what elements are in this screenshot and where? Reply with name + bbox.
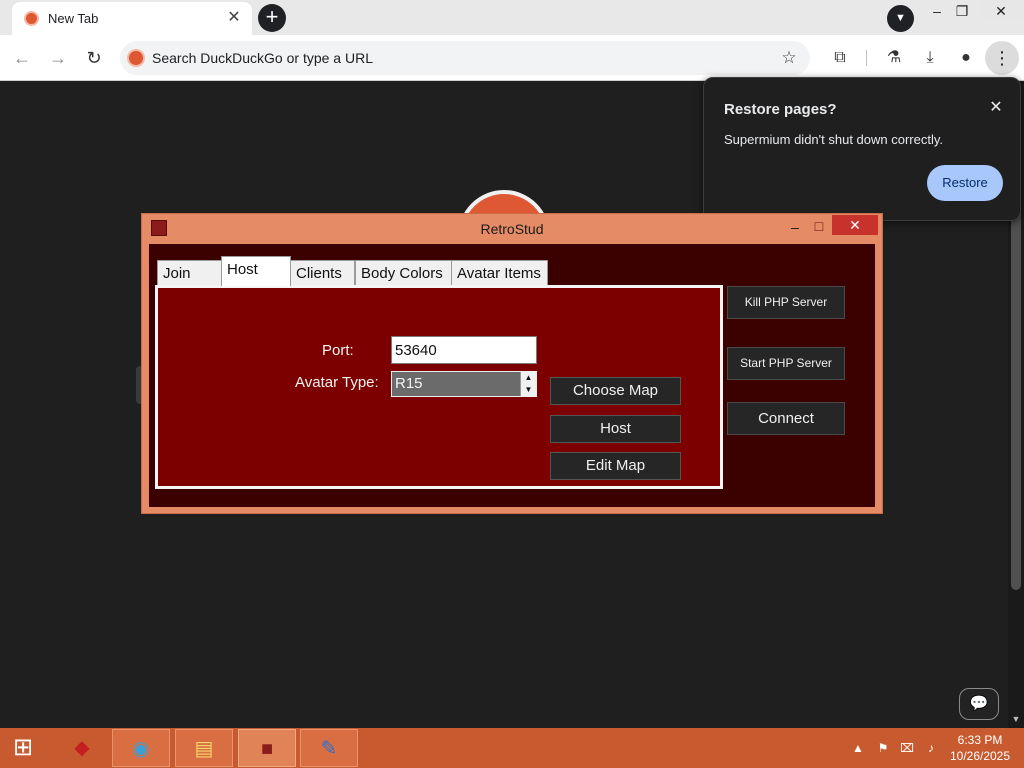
back-arrow-icon: ← <box>13 48 31 68</box>
chevron-down-icon: ▼ <box>895 12 906 24</box>
windows-logo-icon[interactable]: ⊞ <box>6 734 40 762</box>
choose-map-button[interactable]: Choose Map <box>550 377 681 405</box>
close-icon[interactable]: ✕ <box>224 8 244 28</box>
avatar-type-label: Avatar Type: <box>295 374 379 391</box>
window-title: RetroStud <box>480 221 544 237</box>
plus-icon: + <box>265 4 279 29</box>
port-label: Port: <box>322 342 354 359</box>
tab-search-button[interactable]: ▼ <box>887 5 914 32</box>
feedback-icon: 💬 <box>969 695 989 712</box>
tab-join[interactable]: Join <box>157 260 222 286</box>
back-button[interactable]: ← <box>9 45 35 71</box>
taskbar-app-retrostud[interactable]: ■ <box>238 729 296 767</box>
new-tab-button[interactable]: + <box>258 4 286 32</box>
duckduckgo-icon <box>24 11 39 26</box>
app-client-area: Join Host Clients Body Colors Avatar Ite… <box>149 244 875 507</box>
avatar-type-spinner[interactable]: ▲ ▼ <box>520 372 536 396</box>
duckduckgo-icon <box>127 49 145 67</box>
host-button[interactable]: Host <box>550 415 681 443</box>
forward-arrow-icon: → <box>49 48 67 68</box>
start-php-server-button[interactable]: Start PHP Server <box>727 347 845 380</box>
browser-tab-new-tab[interactable]: New Tab ✕ <box>12 2 252 35</box>
port-input[interactable] <box>391 336 537 364</box>
feedback-button[interactable]: 💬 <box>959 688 999 720</box>
host-tab-panel: Port: Avatar Type: R15 ▲ ▼ Choose Map Ho… <box>155 285 723 489</box>
connect-button[interactable]: Connect <box>727 402 845 435</box>
tab-strip: New Tab ✕ + ▼ – ❐ ✕ <box>0 0 1024 35</box>
tab-avatar-items[interactable]: Avatar Items <box>451 260 548 286</box>
tray-overflow-icon[interactable]: ▲ <box>849 740 867 756</box>
browser-close-button[interactable]: ✕ <box>978 0 1024 22</box>
kebab-menu-icon[interactable]: ⋮ <box>985 41 1019 75</box>
app-close-button[interactable]: ✕ <box>832 215 878 235</box>
reload-button[interactable]: ↻ <box>81 45 107 71</box>
chevron-up-icon[interactable]: ▲ <box>521 372 536 384</box>
restore-title: Restore pages? <box>724 101 837 118</box>
app-maximize-button[interactable]: ☐ <box>809 217 829 237</box>
scroll-down-arrow[interactable]: ▼ <box>1008 712 1024 726</box>
action-center-flag-icon[interactable]: ⚑ <box>874 740 892 756</box>
extensions-icon[interactable]: ⧉ <box>829 47 851 69</box>
browser-restore-button[interactable]: ❐ <box>945 0 979 22</box>
taskbar-app-browser[interactable]: ◉ <box>112 729 170 767</box>
taskbar-app-editor[interactable]: ✎ <box>300 729 358 767</box>
tab-host[interactable]: Host <box>221 256 291 286</box>
app-minimize-button[interactable]: – <box>783 217 807 237</box>
restore-message: Supermium didn't shut down correctly. <box>724 132 944 147</box>
restore-button[interactable]: Restore <box>927 165 1003 201</box>
toolbar-separator <box>866 50 867 66</box>
address-bar[interactable]: Search DuckDuckGo or type a URL ☆ <box>120 41 810 75</box>
taskbar-clock[interactable]: 6:33 PM 10/26/2025 <box>944 732 1016 764</box>
edit-map-button[interactable]: Edit Map <box>550 452 681 480</box>
close-icon: ✕ <box>995 3 1007 19</box>
restore-pages-dialog: Restore pages? Supermium didn't shut dow… <box>703 77 1021 221</box>
clock-time: 6:33 PM <box>957 733 1003 747</box>
close-icon: ✕ <box>849 217 861 233</box>
browser-toolbar: ← → ↻ Search DuckDuckGo or type a URL ☆ … <box>0 35 1024 81</box>
taskbar-app-roblox-studio[interactable]: ◆ <box>53 729 111 767</box>
tab-clients[interactable]: Clients <box>290 260 355 286</box>
taskbar: ⊞ ◆ ◉ ▤ ■ ✎ ▲ ⚑ ⌧ ♪ 6:33 PM 10/26/2025 <box>0 728 1024 768</box>
profile-icon[interactable]: ● <box>955 47 977 69</box>
avatar-type-select[interactable]: R15 ▲ ▼ <box>391 371 537 397</box>
minimize-icon: – <box>933 3 941 19</box>
minimize-icon: – <box>791 219 799 235</box>
reload-icon: ↻ <box>86 48 102 68</box>
maximize-icon: ❐ <box>955 3 969 19</box>
labs-icon[interactable]: ⚗ <box>883 47 905 69</box>
forward-button[interactable]: → <box>45 45 71 71</box>
kill-php-server-button[interactable]: Kill PHP Server <box>727 286 845 319</box>
close-icon: ✕ <box>989 99 1003 116</box>
tab-title: New Tab <box>48 11 99 26</box>
taskbar-app-file-explorer[interactable]: ▤ <box>175 729 233 767</box>
tab-body-colors[interactable]: Body Colors <box>355 260 452 286</box>
restore-close-button[interactable]: ✕ <box>986 98 1006 118</box>
clock-date: 10/26/2025 <box>949 749 1011 763</box>
chevron-down-icon[interactable]: ▼ <box>521 384 536 396</box>
retrostud-window: RetroStud – ☐ ✕ Join Host Clients Body C… <box>141 213 883 514</box>
maximize-icon: ☐ <box>813 220 825 234</box>
download-icon[interactable]: ⤓ <box>919 47 941 69</box>
address-bar-placeholder: Search DuckDuckGo or type a URL <box>152 50 373 66</box>
star-icon[interactable]: ☆ <box>778 47 800 69</box>
network-icon[interactable]: ⌧ <box>898 740 916 756</box>
volume-muted-icon[interactable]: ♪ <box>922 740 940 756</box>
avatar-type-value: R15 <box>395 375 423 392</box>
